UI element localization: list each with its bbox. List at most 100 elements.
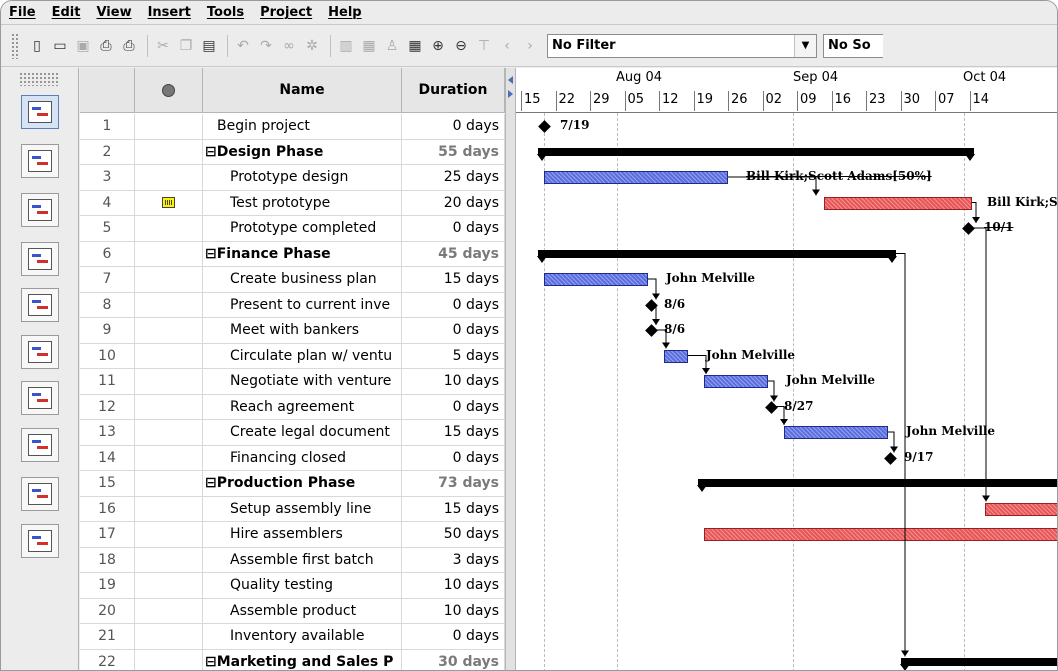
column-header-indicators[interactable] (135, 68, 203, 113)
task-name[interactable]: Begin project (203, 114, 402, 139)
toolbar-grip[interactable] (11, 32, 19, 59)
menu-file[interactable]: File (9, 5, 36, 20)
table-row[interactable]: 1 Begin project 0 days (80, 114, 505, 140)
task-duration[interactable]: 0 days (402, 624, 505, 649)
zoom-out-icon[interactable]: ⊖ (451, 36, 471, 56)
task-name[interactable]: Inventory available (203, 624, 402, 649)
table-row[interactable]: 21 Inventory available 0 days (80, 624, 505, 650)
menu-view[interactable]: View (96, 5, 131, 20)
view-button-2[interactable] (21, 193, 59, 227)
table-row[interactable]: 5 Prototype completed 0 days (80, 216, 505, 242)
sort-select[interactable]: No So (823, 33, 883, 58)
task-duration[interactable]: 0 days (402, 292, 505, 317)
menu-project[interactable]: Project (260, 5, 312, 20)
task-name[interactable]: Present to current inve (203, 292, 402, 317)
task-duration[interactable]: 0 days (402, 216, 505, 241)
view-button-1[interactable] (21, 144, 59, 178)
task-name[interactable]: Assemble product (203, 598, 402, 623)
task-duration[interactable]: 50 days (402, 522, 505, 547)
task-duration[interactable]: 15 days (402, 420, 505, 445)
view-button-4[interactable] (21, 288, 59, 322)
scroll-left-icon[interactable]: ‹ (497, 36, 517, 56)
table-row[interactable]: 13 Create legal document 15 days (80, 420, 505, 446)
task-name[interactable]: Test prototype (203, 190, 402, 215)
copy-icon[interactable]: ❐ (176, 36, 196, 56)
task-name[interactable]: Setup assembly line (203, 496, 402, 521)
task-duration[interactable]: 0 days (402, 394, 505, 419)
task-duration[interactable]: 10 days (402, 369, 505, 394)
task-duration[interactable]: 15 days (402, 267, 505, 292)
column-header-duration[interactable]: Duration (402, 68, 505, 113)
table-row[interactable]: 22 ⊟Marketing and Sales P 30 days (80, 649, 505, 670)
table-row[interactable]: 3 Prototype design 25 days (80, 165, 505, 191)
table-row[interactable]: 15 ⊟Production Phase 73 days (80, 471, 505, 497)
task-duration[interactable]: 0 days (402, 114, 505, 139)
task-name[interactable]: Create legal document (203, 420, 402, 445)
zoom-in-icon[interactable]: ⊕ (428, 36, 448, 56)
table-row[interactable]: 20 Assemble product 10 days (80, 598, 505, 624)
task-duration[interactable]: 30 days (402, 649, 505, 670)
menu-tools[interactable]: Tools (207, 5, 244, 20)
redo-icon[interactable]: ↷ (256, 36, 276, 56)
task-name[interactable]: ⊟Production Phase (203, 471, 402, 496)
paste-icon[interactable]: ▤ (199, 36, 219, 56)
chevron-down-icon[interactable]: ▼ (794, 34, 816, 57)
save-icon[interactable]: ▣ (73, 36, 93, 56)
task-duration[interactable]: 3 days (402, 547, 505, 572)
unlink-icon[interactable]: ✲ (302, 36, 322, 56)
task-duration[interactable]: 10 days (402, 573, 505, 598)
assign-resource-icon[interactable]: ♙ (382, 36, 402, 56)
table-row[interactable]: 11 Negotiate with venture 10 days (80, 369, 505, 395)
view-bar-grip[interactable] (19, 72, 59, 86)
view-button-6[interactable] (21, 381, 59, 415)
task-name[interactable]: Hire assemblers (203, 522, 402, 547)
indent-icon[interactable]: ▥ (336, 36, 356, 56)
print-icon[interactable]: ⎙ (96, 36, 116, 56)
scroll-to-task-icon[interactable]: ⊤ (474, 36, 494, 56)
task-name[interactable]: ⊟Finance Phase (203, 241, 402, 266)
task-name[interactable]: Create business plan (203, 267, 402, 292)
task-duration[interactable]: 73 days (402, 471, 505, 496)
task-duration[interactable]: 10 days (402, 598, 505, 623)
task-name[interactable]: Assemble first batch (203, 547, 402, 572)
table-row[interactable]: 7 Create business plan 15 days (80, 267, 505, 293)
task-duration[interactable]: 25 days (402, 165, 505, 190)
task-name[interactable]: Prototype design (203, 165, 402, 190)
view-button-3[interactable] (21, 242, 59, 276)
gantt-chart[interactable]: Aug 04 Sep 04 Oct 04 15 22 29 05 12 19 26 02 09 16 23… (516, 68, 1057, 670)
task-duration[interactable]: 15 days (402, 496, 505, 521)
open-icon[interactable]: ▭ (50, 36, 70, 56)
table-row[interactable]: 10 Circulate plan w/ ventu 5 days (80, 343, 505, 369)
cut-icon[interactable]: ✂ (153, 36, 173, 56)
calendar-icon[interactable]: ▦ (405, 36, 425, 56)
column-header-name[interactable]: Name (203, 68, 402, 113)
table-row[interactable]: 8 Present to current inve 0 days (80, 292, 505, 318)
outdent-icon[interactable]: ▦ (359, 36, 379, 56)
pane-splitter[interactable] (505, 68, 516, 670)
undo-icon[interactable]: ↶ (233, 36, 253, 56)
menu-edit[interactable]: Edit (52, 5, 81, 20)
view-button-5[interactable] (21, 335, 59, 369)
collapse-left-icon[interactable] (508, 76, 513, 84)
table-row[interactable]: 12 Reach agreement 0 days (80, 394, 505, 420)
task-duration[interactable]: 45 days (402, 241, 505, 266)
task-name[interactable]: Quality testing (203, 573, 402, 598)
task-name[interactable]: ⊟Design Phase (203, 139, 402, 164)
print-preview-icon[interactable]: ⎙ (119, 36, 139, 56)
task-duration[interactable]: 5 days (402, 343, 505, 368)
task-duration[interactable]: 20 days (402, 190, 505, 215)
table-row[interactable]: 19 Quality testing 10 days (80, 573, 505, 599)
table-row[interactable]: 14 Financing closed 0 days (80, 445, 505, 471)
table-row[interactable]: 16 Setup assembly line 15 days (80, 496, 505, 522)
scroll-right-icon[interactable]: › (520, 36, 540, 56)
menu-insert[interactable]: Insert (148, 5, 191, 20)
view-button-8[interactable] (21, 477, 59, 511)
table-row[interactable]: 18 Assemble first batch 3 days (80, 547, 505, 573)
task-duration[interactable]: 0 days (402, 445, 505, 470)
task-name[interactable]: Meet with bankers (203, 318, 402, 343)
column-header-id[interactable] (80, 68, 135, 113)
view-button-7[interactable] (21, 428, 59, 462)
task-name[interactable]: Prototype completed (203, 216, 402, 241)
filter-select[interactable]: No Filter ▼ (547, 33, 817, 58)
task-name[interactable]: Reach agreement (203, 394, 402, 419)
